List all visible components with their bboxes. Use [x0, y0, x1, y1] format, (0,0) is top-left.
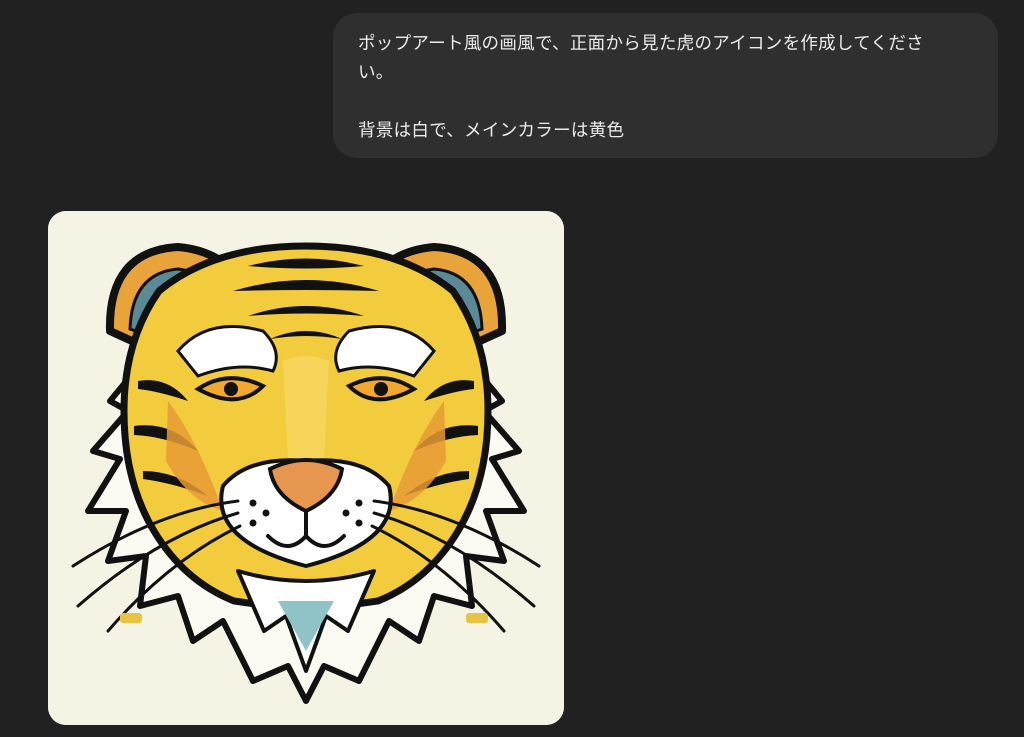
user-message-line-2: い。: [358, 63, 394, 83]
user-message-line-3: 背景は白で、メインカラーは黄色: [358, 121, 625, 141]
generated-image[interactable]: [48, 211, 564, 725]
chat-conversation: ポップアート風の画風で、正面から見た虎のアイコンを作成してくださ い。 背景は白…: [0, 0, 1024, 737]
message-spacer: [358, 88, 974, 117]
user-message-line-1: ポップアート風の画風で、正面から見た虎のアイコンを作成してくださ: [358, 34, 924, 54]
tiger-face-icon: [48, 211, 564, 725]
user-message-bubble: ポップアート風の画風で、正面から見た虎のアイコンを作成してくださ い。 背景は白…: [333, 13, 998, 158]
